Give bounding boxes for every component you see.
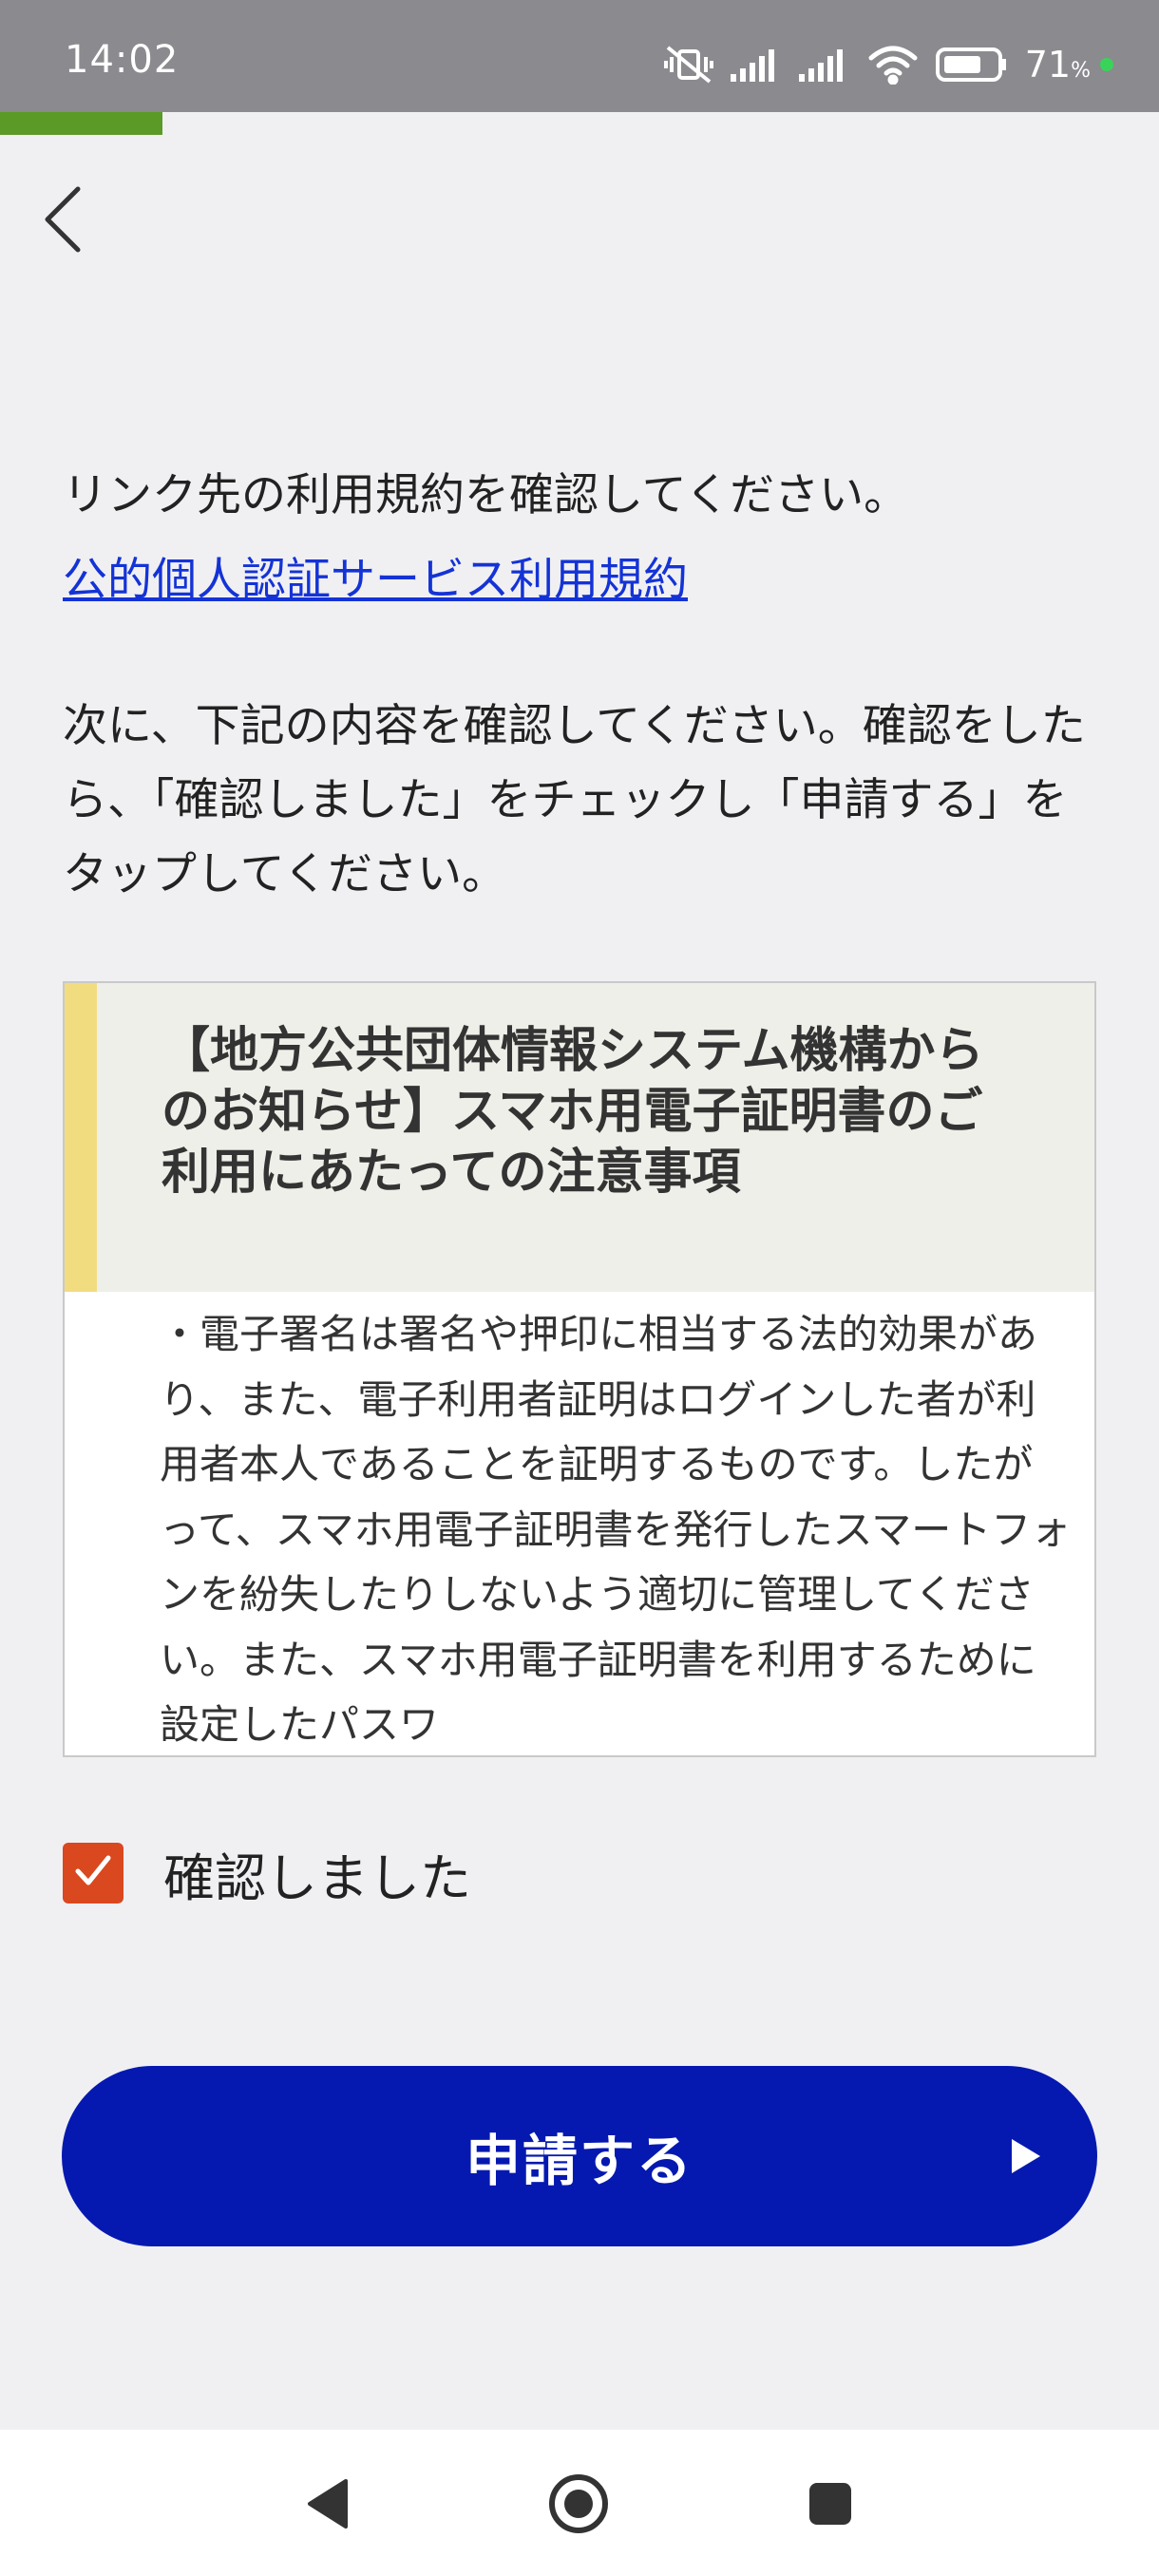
- notice-header: 【地方公共団体情報システム機構からのお知らせ】スマホ用電子証明書のご利用にあたっ…: [65, 983, 1094, 1292]
- checkmark-icon: [72, 1852, 114, 1894]
- confirm-checkbox-row[interactable]: 確認しました: [63, 1843, 471, 1908]
- mute-vibrate-icon: [663, 44, 713, 85]
- apply-button-label: 申請する: [465, 2129, 694, 2193]
- battery-unit: %: [1071, 59, 1091, 83]
- progress-fill: [0, 112, 162, 135]
- play-arrow-icon: [1012, 2139, 1040, 2173]
- system-back-button[interactable]: [290, 2468, 366, 2544]
- progress-bar: [0, 112, 1159, 135]
- signal-icon: [730, 47, 782, 82]
- status-time: 14:02: [65, 38, 180, 82]
- system-home-button[interactable]: [541, 2468, 617, 2544]
- back-triangle-icon: [304, 2477, 352, 2534]
- intro-text: リンク先の利用規約を確認してください。: [63, 469, 909, 521]
- instruction-text: 次に、下記の内容を確認してください。確認をしたら、「確認しました」をチェックし「…: [63, 700, 1086, 900]
- chevron-left-icon: [40, 185, 86, 257]
- terms-link[interactable]: 公的個人認証サービス利用規約: [63, 549, 688, 612]
- system-recents-button[interactable]: [792, 2468, 868, 2544]
- signal-icon: [798, 47, 850, 82]
- wifi-icon: [867, 45, 919, 85]
- battery-icon: [935, 47, 1008, 82]
- camera-indicator-dot: [1100, 58, 1113, 71]
- system-nav-bar: [0, 2430, 1159, 2576]
- notice-title: 【地方公共団体情報システム機構からのお知らせ】スマホ用電子証明書のご利用にあたっ…: [162, 1023, 984, 1201]
- status-icons: 71 %: [663, 36, 1113, 93]
- confirm-checkbox[interactable]: [63, 1843, 124, 1904]
- notice-box[interactable]: 【地方公共団体情報システム機構からのお知らせ】スマホ用電子証明書のご利用にあたっ…: [63, 981, 1096, 1757]
- battery-percent: 71: [1024, 44, 1072, 85]
- home-circle-icon: [547, 2472, 610, 2539]
- recents-square-icon: [808, 2481, 853, 2530]
- status-bar: 14:02 71 %: [0, 0, 1159, 112]
- apply-button[interactable]: 申請する: [62, 2066, 1097, 2246]
- notice-body: ・電子署名は署名や押印に相当する法的効果があり、また、電子利用者証明はログインし…: [160, 1311, 1072, 1748]
- back-button[interactable]: [27, 176, 99, 267]
- confirm-label: 確認しました: [163, 1847, 471, 1908]
